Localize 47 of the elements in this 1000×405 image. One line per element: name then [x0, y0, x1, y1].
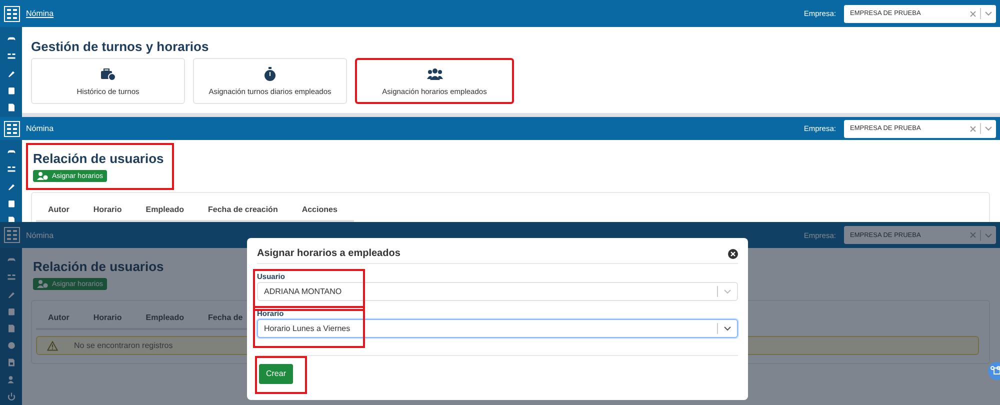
pen-icon[interactable] — [6, 69, 16, 78]
clipboard-icon[interactable] — [6, 307, 16, 316]
warning-icon — [47, 340, 58, 350]
logo-icon — [4, 120, 20, 136]
list-icon[interactable] — [6, 273, 16, 282]
clipboard-icon[interactable] — [6, 199, 16, 208]
clear-icon[interactable] — [970, 232, 976, 238]
app-name-link[interactable]: Nómina — [26, 9, 54, 18]
pen-icon[interactable] — [6, 290, 16, 299]
pen-icon[interactable] — [6, 182, 16, 191]
page-title: Relación de usuarios — [33, 151, 164, 166]
list-icon[interactable] — [6, 52, 16, 61]
column-header: Autor — [47, 313, 70, 322]
briefcase-clock-icon — [100, 66, 116, 80]
column-header: Empleado — [144, 313, 186, 322]
user-icon[interactable] — [6, 375, 16, 384]
circle-icon[interactable] — [6, 341, 16, 350]
column-header: Fecha de — [207, 313, 244, 322]
page-title: Relación de usuarios — [33, 259, 164, 274]
clipboard-icon[interactable] — [6, 86, 16, 95]
page-title: Gestión de turnos y horarios — [31, 39, 210, 54]
column-header: Autor — [47, 205, 70, 214]
close-icon[interactable] — [728, 248, 738, 258]
column-header: Acciones — [300, 205, 338, 214]
list-icon[interactable] — [6, 165, 16, 174]
document-icon[interactable] — [6, 324, 16, 333]
document-icon[interactable] — [6, 103, 16, 112]
chevron-down-icon[interactable] — [724, 326, 731, 331]
column-header: Fecha de creación — [207, 205, 279, 214]
create-button[interactable]: Crear — [259, 364, 293, 384]
column-header: Horario — [92, 205, 123, 214]
app-name-link[interactable]: Nómina — [26, 124, 54, 133]
user-clock-icon — [37, 172, 48, 180]
clear-icon[interactable] — [970, 126, 976, 132]
user-clock-icon — [37, 280, 48, 288]
file-icon[interactable] — [6, 358, 16, 367]
select-field[interactable]: ADRIANA MONTANO — [257, 282, 738, 301]
column-header: Empleado — [144, 205, 186, 214]
power-icon[interactable] — [6, 392, 16, 401]
logo-icon — [4, 6, 20, 22]
logo-icon — [4, 227, 20, 243]
users-icon — [426, 66, 442, 80]
stopwatch-icon — [262, 66, 278, 80]
column-header: Horario — [92, 313, 123, 322]
clear-icon[interactable] — [970, 10, 976, 16]
select-field[interactable]: Horario Lunes a Viernes — [257, 319, 738, 338]
dialog-title: Asignar horarios a empleados — [257, 248, 402, 259]
